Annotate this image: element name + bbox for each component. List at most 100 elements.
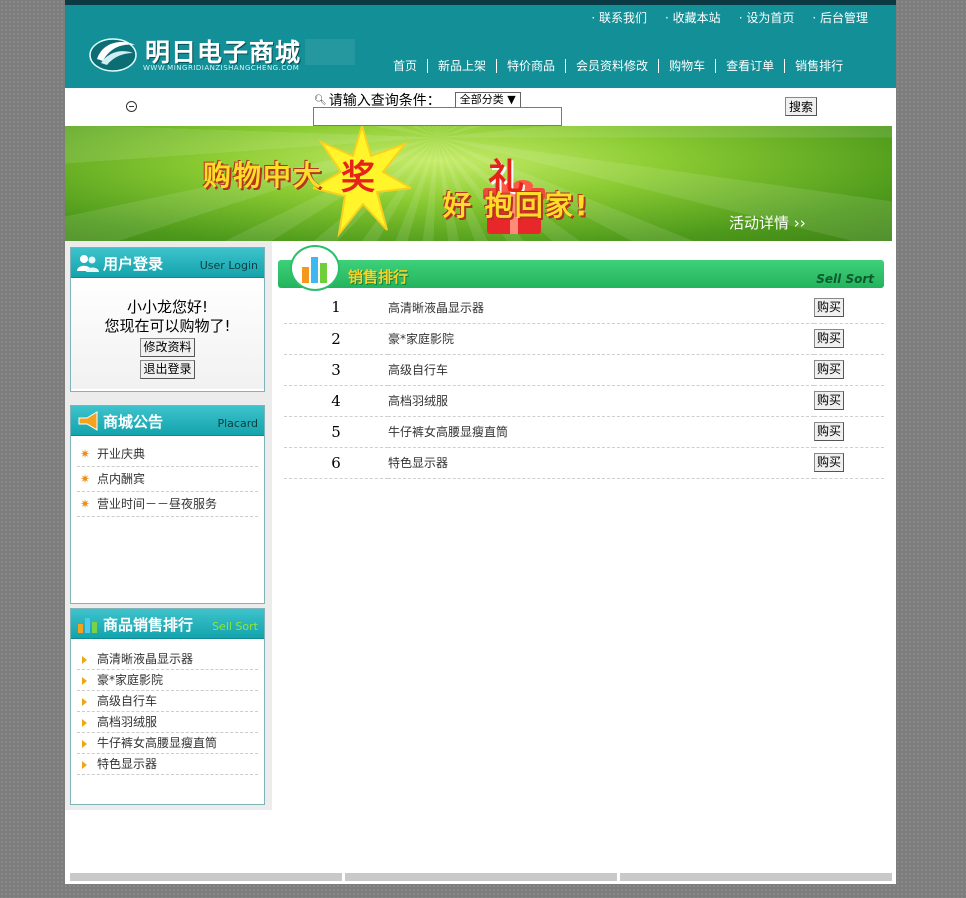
login-box-title: 用户登录 bbox=[103, 255, 164, 273]
login-box-body: 小小龙您好! 您现在可以购物了! 修改资料 退出登录 bbox=[71, 278, 264, 389]
login-box-header: 用户登录 User Login bbox=[71, 248, 264, 278]
list-item[interactable]: 高清晰液晶显示器 bbox=[77, 649, 258, 670]
buy-button[interactable]: 购买 bbox=[814, 329, 845, 348]
page: 明日电子商城 WWW.MINGRIDIANZISHANGCHENG.COM 联系… bbox=[65, 0, 896, 884]
logo-subtitle: WWW.MINGRIDIANZISHANGCHENG.COM bbox=[143, 64, 300, 72]
sort-item-text: 特色显示器 bbox=[97, 757, 158, 771]
list-item[interactable]: ✷ 点内酬宾 bbox=[77, 467, 258, 492]
arrow-bullet-icon bbox=[82, 761, 87, 769]
nav-sales-ranking[interactable]: 销售排行 bbox=[784, 59, 853, 73]
buy-cell: 购买 bbox=[814, 292, 884, 323]
nav-edit-profile[interactable]: 会员资料修改 bbox=[565, 59, 658, 73]
search-button[interactable]: 搜索 bbox=[785, 97, 818, 116]
arrow-bullet-icon bbox=[82, 677, 87, 685]
logout-button[interactable]: 退出登录 bbox=[140, 360, 195, 379]
sort-item-text: 高级自行车 bbox=[97, 694, 158, 708]
arrow-bullet-icon bbox=[82, 719, 87, 727]
rank-number: 6 bbox=[331, 453, 341, 472]
sort-item-text: 高档羽绒服 bbox=[97, 715, 158, 729]
banner-text-take-home: 好 抱回家! bbox=[443, 189, 590, 222]
category-select[interactable]: 全部分类 ▼ bbox=[454, 92, 521, 108]
rank-number: 1 bbox=[331, 298, 341, 317]
list-item[interactable]: ✷ 开业庆典 bbox=[77, 442, 258, 467]
footer-bar-right bbox=[620, 873, 892, 881]
list-item[interactable]: 特色显示器 bbox=[77, 754, 258, 775]
search-key-icon: 🔍︎ bbox=[314, 94, 327, 106]
megaphone-icon bbox=[78, 411, 98, 431]
notice-text: 营业时间－－昼夜服务 bbox=[97, 497, 218, 511]
sort-item-text: 豪*家庭影院 bbox=[97, 673, 164, 687]
sales-ranking-header: 销售排行 Sell Sort bbox=[278, 245, 884, 291]
nav-new-products[interactable]: 新品上架 bbox=[427, 59, 496, 73]
product-name[interactable]: 高档羽绒服 bbox=[388, 385, 814, 416]
buy-button[interactable]: 购买 bbox=[814, 297, 845, 317]
logo-swoosh-icon bbox=[89, 38, 137, 72]
nav-cart[interactable]: 购物车 bbox=[658, 59, 715, 73]
product-name[interactable]: 特色显示器 bbox=[388, 447, 814, 478]
buy-button[interactable]: 购买 bbox=[814, 422, 845, 441]
buy-button[interactable]: 购买 bbox=[814, 391, 845, 410]
clock-icon bbox=[126, 101, 137, 112]
list-item[interactable]: 高级自行车 bbox=[77, 691, 258, 712]
buy-cell: 购买 bbox=[814, 323, 884, 354]
product-name[interactable]: 豪*家庭影院 bbox=[388, 323, 814, 354]
rank-number: 3 bbox=[331, 360, 341, 379]
footer-bar-middle bbox=[345, 873, 617, 881]
table-row: 2 豪*家庭影院 购买 bbox=[284, 323, 884, 354]
table-row: 4 高档羽绒服 购买 bbox=[284, 385, 884, 416]
buy-cell: 购买 bbox=[814, 385, 884, 416]
sales-sort-list: 高清晰液晶显示器 豪*家庭影院 高级自行车 高档羽绒服 牛仔裤女高腰显瘦直筒 特… bbox=[71, 639, 264, 775]
sales-ranking-title-en: Sell Sort bbox=[816, 272, 874, 286]
list-item[interactable]: ✷ 营业时间－－昼夜服务 bbox=[77, 492, 258, 517]
site-header: 明日电子商城 WWW.MINGRIDIANZISHANGCHENG.COM 联系… bbox=[65, 0, 896, 88]
nav-home[interactable]: 首页 bbox=[383, 59, 427, 73]
table-row: 5 牛仔裤女高腰显瘦直筒 购买 bbox=[284, 416, 884, 447]
list-item[interactable]: 高档羽绒服 bbox=[77, 712, 258, 733]
search-bar: 🔍︎ 请输入查询条件： 全部分类 ▼ 搜索 bbox=[65, 88, 896, 126]
star-bullet-icon: ✷ bbox=[80, 497, 91, 511]
table-row: 6 特色显示器 购买 bbox=[284, 447, 884, 478]
star-bullet-icon: ✷ bbox=[80, 472, 91, 486]
edit-profile-button[interactable]: 修改资料 bbox=[140, 338, 195, 357]
greeting-message: 您现在可以购物了! bbox=[104, 317, 231, 335]
notice-box-header: 商城公告 Placard bbox=[71, 406, 264, 436]
buy-cell: 购买 bbox=[814, 447, 884, 478]
table-row: 1 高清晰液晶显示器 购买 bbox=[284, 292, 884, 323]
login-box-title-en: User Login bbox=[199, 259, 258, 272]
table-row: 3 高级自行车 购买 bbox=[284, 354, 884, 385]
sales-sort-box-title: 商品销售排行 bbox=[103, 616, 194, 634]
list-item[interactable]: 牛仔裤女高腰显瘦直筒 bbox=[77, 733, 258, 754]
notice-text: 开业庆典 bbox=[97, 447, 146, 461]
left-sidebar: 用户登录 User Login 小小龙您好! 您现在可以购物了! 修改资料 退出… bbox=[65, 241, 272, 810]
ranking-chart-icon bbox=[302, 257, 327, 283]
notice-box: 商城公告 Placard ✷ 开业庆典 ✷ 点内酬宾 ✷ 营业时间－－昼夜服务 bbox=[70, 405, 265, 604]
buy-cell: 购买 bbox=[814, 354, 884, 385]
top-links: 联系我们 收藏本站 设为首页 后台管理 bbox=[573, 9, 868, 26]
nav-special-offers[interactable]: 特价商品 bbox=[496, 59, 565, 73]
promo-banner[interactable]: 购物中大 奖 礼 好 抱回家! 活动详情 ›› bbox=[65, 126, 892, 241]
users-icon bbox=[77, 255, 99, 272]
link-contact[interactable]: 联系我们 bbox=[591, 9, 647, 26]
buy-button[interactable]: 购买 bbox=[814, 360, 845, 379]
buy-button[interactable]: 购买 bbox=[814, 453, 845, 472]
search-input[interactable] bbox=[313, 107, 562, 126]
list-item[interactable]: 豪*家庭影院 bbox=[77, 670, 258, 691]
product-name[interactable]: 牛仔裤女高腰显瘦直筒 bbox=[388, 416, 814, 447]
arrow-bullet-icon bbox=[82, 740, 87, 748]
product-name[interactable]: 高级自行车 bbox=[388, 354, 814, 385]
sales-ranking-title: 销售排行 bbox=[348, 268, 409, 286]
link-bookmark[interactable]: 收藏本站 bbox=[665, 9, 721, 26]
sales-sort-box: 商品销售排行 Sell Sort 高清晰液晶显示器 豪*家庭影院 高级自行车 高… bbox=[70, 608, 265, 805]
banner-detail-link[interactable]: 活动详情 ›› bbox=[729, 212, 806, 233]
sales-sort-box-header: 商品销售排行 Sell Sort bbox=[71, 609, 264, 639]
notice-text: 点内酬宾 bbox=[97, 472, 146, 486]
bar-chart-icon bbox=[78, 618, 97, 633]
product-name[interactable]: 高清晰液晶显示器 bbox=[388, 292, 814, 323]
header-badge bbox=[290, 245, 340, 291]
nav-orders[interactable]: 查看订单 bbox=[715, 59, 784, 73]
link-admin[interactable]: 后台管理 bbox=[812, 9, 868, 26]
footer-bar-left bbox=[70, 873, 342, 881]
site-logo[interactable]: 明日电子商城 WWW.MINGRIDIANZISHANGCHENG.COM bbox=[89, 31, 319, 77]
link-set-home[interactable]: 设为首页 bbox=[739, 9, 794, 26]
star-bullet-icon: ✷ bbox=[80, 447, 91, 461]
